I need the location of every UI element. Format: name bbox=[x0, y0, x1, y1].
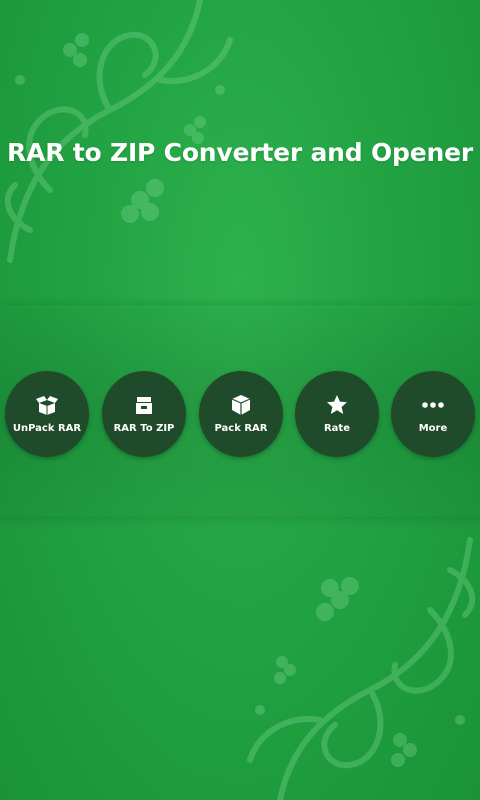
floral-ornament-top bbox=[4, 0, 233, 263]
star-icon bbox=[327, 395, 347, 414]
rate-button[interactable]: Rate bbox=[295, 371, 379, 457]
cube-box-icon bbox=[231, 395, 251, 415]
rar-to-zip-label: RAR To ZIP bbox=[113, 423, 175, 434]
floral-ornament-bottom bbox=[247, 537, 476, 800]
archive-box-icon bbox=[136, 397, 152, 414]
action-buttons: UnPack RAR RAR To ZIP Pack RAR Rate More bbox=[0, 371, 480, 459]
rar-to-zip-button[interactable]: RAR To ZIP bbox=[102, 371, 186, 457]
app-title: RAR to ZIP Converter and Opener bbox=[7, 138, 473, 167]
pack-rar-label: Pack RAR bbox=[214, 423, 268, 434]
more-dots-icon bbox=[422, 402, 444, 408]
more-button[interactable]: More bbox=[391, 371, 475, 457]
unpack-rar-label: UnPack RAR bbox=[12, 423, 82, 434]
pack-rar-button[interactable]: Pack RAR bbox=[199, 371, 283, 457]
unpack-rar-button[interactable]: UnPack RAR bbox=[5, 371, 89, 457]
more-label: More bbox=[418, 423, 448, 434]
open-box-icon bbox=[36, 396, 58, 415]
rate-label: Rate bbox=[323, 423, 350, 434]
